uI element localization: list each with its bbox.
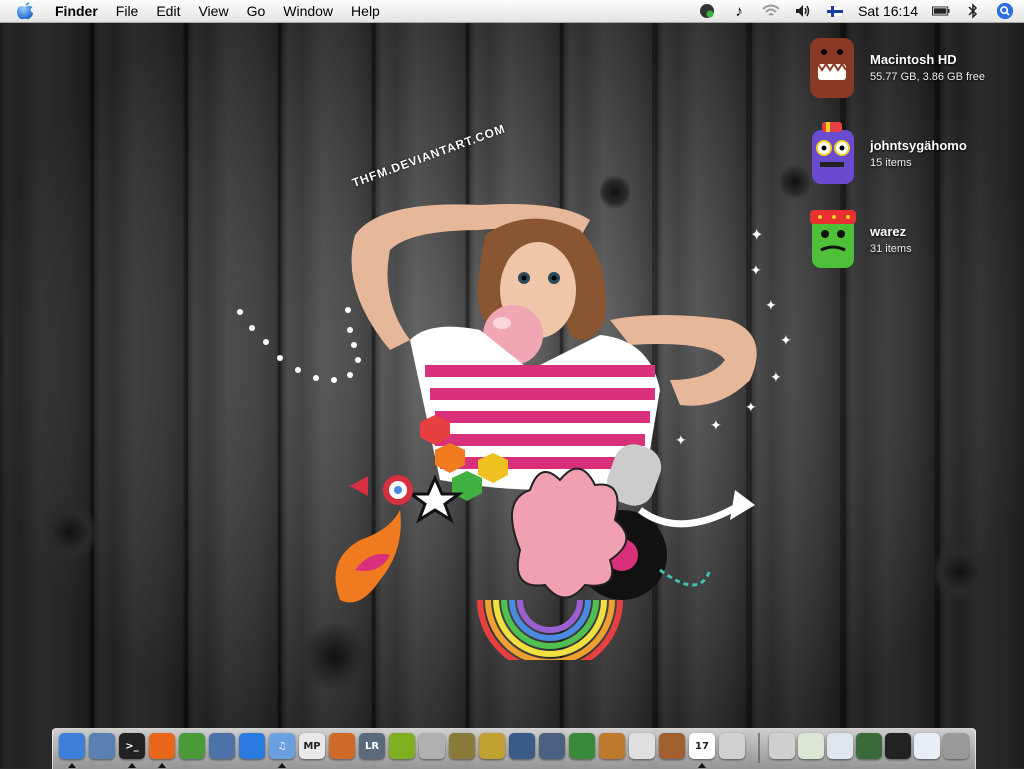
- music-note-icon[interactable]: ♪: [730, 2, 748, 20]
- running-indicator: [128, 763, 136, 768]
- hard-drive-monster-icon: [810, 38, 854, 98]
- apple-pref-icon[interactable]: [719, 733, 745, 759]
- wallpaper-illustration: ✦ ✦ ✦ ✦ ✦ ✦ ✦ ✦: [237, 204, 792, 660]
- running-indicator: [68, 763, 76, 768]
- menu-bar: Finder File Edit View Go Window Help ♪ S…: [0, 0, 1024, 23]
- sync-icon[interactable]: [239, 733, 265, 759]
- desktop-icon-folder-1[interactable]: johntsygähomo 15 items: [800, 120, 1020, 200]
- desktop-icon-label: johntsygähomo: [870, 138, 967, 153]
- text-edit-icon[interactable]: [629, 733, 655, 759]
- svg-text:✦: ✦: [675, 432, 687, 448]
- mail-icon[interactable]: [769, 733, 795, 759]
- terminal-icon[interactable]: >_: [119, 733, 145, 759]
- battery-icon[interactable]: [932, 2, 950, 20]
- clock[interactable]: Sat 16:14: [858, 3, 918, 19]
- svg-text:✦: ✦: [780, 332, 792, 348]
- chat-status-icon[interactable]: [698, 2, 716, 20]
- ical-icon[interactable]: 17: [689, 733, 715, 759]
- slideshow-icon[interactable]: [599, 733, 625, 759]
- itunes-label: ♫: [277, 740, 287, 752]
- desktop-icon-label: Macintosh HD: [870, 52, 957, 67]
- bluetooth-icon[interactable]: [964, 2, 982, 20]
- window-thumb-5[interactable]: [914, 733, 940, 759]
- menu-file[interactable]: File: [107, 3, 148, 19]
- menu-app-name[interactable]: Finder: [46, 3, 107, 19]
- window-thumb-3[interactable]: [856, 733, 882, 759]
- terminal-label: >_: [125, 740, 139, 752]
- calendar-alarm-icon[interactable]: [419, 733, 445, 759]
- preview-icon[interactable]: [89, 733, 115, 759]
- photo-editor-icon[interactable]: [329, 733, 355, 759]
- dock-separator: [758, 733, 760, 763]
- menu-window[interactable]: Window: [274, 3, 342, 19]
- dock: >_ ♫ MP LR 17: [52, 728, 976, 769]
- svg-text:✦: ✦: [770, 369, 782, 385]
- chip-icon[interactable]: [389, 733, 415, 759]
- window-thumb-1[interactable]: [798, 733, 824, 759]
- green-monster-folder-icon: [810, 210, 856, 268]
- pen-tool-icon[interactable]: [539, 733, 565, 759]
- window-thumb-2[interactable]: [827, 733, 853, 759]
- finder-icon[interactable]: [59, 733, 85, 759]
- status-area: ♪ Sat 16:14: [698, 0, 1014, 22]
- desktop-icon-macintosh-hd[interactable]: Macintosh HD 55.77 GB, 3.86 GB free: [800, 34, 1020, 114]
- adium-icon[interactable]: [179, 733, 205, 759]
- menu-help[interactable]: Help: [342, 3, 389, 19]
- svg-text:✦: ✦: [750, 262, 762, 278]
- volume-icon[interactable]: [794, 2, 812, 20]
- network-globe-icon[interactable]: [209, 733, 235, 759]
- purple-monster-folder-icon: [812, 122, 854, 184]
- desktop-icon-info: 31 items: [870, 243, 912, 255]
- running-indicator: [278, 763, 286, 768]
- finland-flag-icon[interactable]: [826, 2, 844, 20]
- firefox-icon[interactable]: [149, 733, 175, 759]
- svg-text:✦: ✦: [750, 227, 763, 244]
- ical-label: 17: [695, 740, 709, 752]
- desktop-icon-folder-2[interactable]: warez 31 items: [800, 206, 1020, 286]
- menu-go[interactable]: Go: [238, 3, 275, 19]
- svg-text:✦: ✦: [765, 297, 777, 313]
- mplayer-icon[interactable]: MP: [299, 733, 325, 759]
- dashboard-icon[interactable]: [509, 733, 535, 759]
- running-indicator: [158, 763, 166, 768]
- window-thumb-4[interactable]: [885, 733, 911, 759]
- svg-text:✦: ✦: [745, 399, 757, 415]
- lightroom-label: LR: [364, 740, 380, 752]
- tools-icon[interactable]: [479, 733, 505, 759]
- menu-edit[interactable]: Edit: [147, 3, 189, 19]
- chart-icon[interactable]: [569, 733, 595, 759]
- mplayer-label: MP: [303, 740, 321, 752]
- desktop-icon-info: 15 items: [870, 157, 912, 169]
- spotlight-icon[interactable]: [996, 2, 1014, 20]
- running-indicator: [698, 763, 706, 768]
- trash-icon[interactable]: [943, 733, 969, 759]
- photo-album-icon[interactable]: [659, 733, 685, 759]
- wifi-icon[interactable]: [762, 2, 780, 20]
- desktop-icon-label: warez: [870, 224, 907, 239]
- svg-text:✦: ✦: [710, 417, 722, 433]
- apple-menu-icon[interactable]: [14, 1, 36, 21]
- shield-icon[interactable]: [449, 733, 475, 759]
- menu-view[interactable]: View: [189, 3, 237, 19]
- itunes-icon[interactable]: ♫: [269, 733, 295, 759]
- lightroom-icon[interactable]: LR: [359, 733, 385, 759]
- desktop-icon-info: 55.77 GB, 3.86 GB free: [870, 71, 985, 83]
